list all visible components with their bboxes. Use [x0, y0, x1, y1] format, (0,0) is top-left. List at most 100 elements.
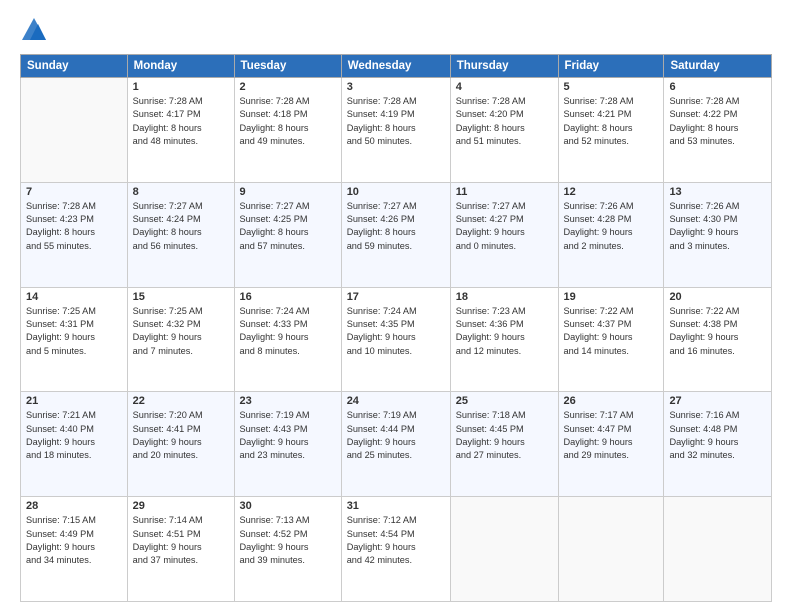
day-number: 19	[564, 291, 659, 303]
day-info: Sunrise: 7:21 AM Sunset: 4:40 PM Dayligh…	[26, 409, 122, 462]
day-cell: 17 Sunrise: 7:24 AM Sunset: 4:35 PM Dayli…	[341, 287, 450, 392]
page-header	[20, 16, 772, 44]
day-cell	[664, 497, 772, 602]
day-number: 7	[26, 186, 122, 198]
day-number: 14	[26, 291, 122, 303]
day-info: Sunrise: 7:17 AM Sunset: 4:47 PM Dayligh…	[564, 409, 659, 462]
day-number: 16	[240, 291, 336, 303]
day-cell: 24 Sunrise: 7:19 AM Sunset: 4:44 PM Dayli…	[341, 392, 450, 497]
day-number: 21	[26, 395, 122, 407]
day-number: 17	[347, 291, 445, 303]
day-cell: 21 Sunrise: 7:21 AM Sunset: 4:40 PM Dayli…	[21, 392, 128, 497]
day-number: 12	[564, 186, 659, 198]
day-info: Sunrise: 7:23 AM Sunset: 4:36 PM Dayligh…	[456, 305, 553, 358]
day-cell: 20 Sunrise: 7:22 AM Sunset: 4:38 PM Dayli…	[664, 287, 772, 392]
day-info: Sunrise: 7:26 AM Sunset: 4:30 PM Dayligh…	[669, 200, 766, 253]
day-cell: 25 Sunrise: 7:18 AM Sunset: 4:45 PM Dayli…	[450, 392, 558, 497]
day-info: Sunrise: 7:12 AM Sunset: 4:54 PM Dayligh…	[347, 514, 445, 567]
day-cell: 26 Sunrise: 7:17 AM Sunset: 4:47 PM Dayli…	[558, 392, 664, 497]
day-info: Sunrise: 7:27 AM Sunset: 4:26 PM Dayligh…	[347, 200, 445, 253]
day-info: Sunrise: 7:28 AM Sunset: 4:17 PM Dayligh…	[133, 95, 229, 148]
col-header-monday: Monday	[127, 55, 234, 78]
col-header-saturday: Saturday	[664, 55, 772, 78]
day-info: Sunrise: 7:25 AM Sunset: 4:32 PM Dayligh…	[133, 305, 229, 358]
day-number: 22	[133, 395, 229, 407]
day-number: 3	[347, 81, 445, 93]
day-info: Sunrise: 7:28 AM Sunset: 4:23 PM Dayligh…	[26, 200, 122, 253]
day-number: 11	[456, 186, 553, 198]
day-cell: 1 Sunrise: 7:28 AM Sunset: 4:17 PM Daylig…	[127, 78, 234, 183]
week-row-3: 14 Sunrise: 7:25 AM Sunset: 4:31 PM Dayli…	[21, 287, 772, 392]
day-cell: 23 Sunrise: 7:19 AM Sunset: 4:43 PM Dayli…	[234, 392, 341, 497]
day-cell: 10 Sunrise: 7:27 AM Sunset: 4:26 PM Dayli…	[341, 182, 450, 287]
day-cell: 13 Sunrise: 7:26 AM Sunset: 4:30 PM Dayli…	[664, 182, 772, 287]
day-info: Sunrise: 7:14 AM Sunset: 4:51 PM Dayligh…	[133, 514, 229, 567]
day-cell: 15 Sunrise: 7:25 AM Sunset: 4:32 PM Dayli…	[127, 287, 234, 392]
day-info: Sunrise: 7:25 AM Sunset: 4:31 PM Dayligh…	[26, 305, 122, 358]
col-header-tuesday: Tuesday	[234, 55, 341, 78]
logo-icon	[20, 16, 48, 44]
day-cell: 9 Sunrise: 7:27 AM Sunset: 4:25 PM Daylig…	[234, 182, 341, 287]
week-row-2: 7 Sunrise: 7:28 AM Sunset: 4:23 PM Daylig…	[21, 182, 772, 287]
col-header-sunday: Sunday	[21, 55, 128, 78]
day-number: 1	[133, 81, 229, 93]
day-number: 8	[133, 186, 229, 198]
day-number: 13	[669, 186, 766, 198]
day-number: 29	[133, 500, 229, 512]
day-number: 18	[456, 291, 553, 303]
day-cell: 22 Sunrise: 7:20 AM Sunset: 4:41 PM Dayli…	[127, 392, 234, 497]
day-cell: 18 Sunrise: 7:23 AM Sunset: 4:36 PM Dayli…	[450, 287, 558, 392]
logo	[20, 16, 52, 44]
calendar-header-row: SundayMondayTuesdayWednesdayThursdayFrid…	[21, 55, 772, 78]
day-info: Sunrise: 7:24 AM Sunset: 4:35 PM Dayligh…	[347, 305, 445, 358]
day-info: Sunrise: 7:24 AM Sunset: 4:33 PM Dayligh…	[240, 305, 336, 358]
day-cell	[558, 497, 664, 602]
day-info: Sunrise: 7:27 AM Sunset: 4:24 PM Dayligh…	[133, 200, 229, 253]
day-cell	[450, 497, 558, 602]
day-cell: 27 Sunrise: 7:16 AM Sunset: 4:48 PM Dayli…	[664, 392, 772, 497]
day-cell: 30 Sunrise: 7:13 AM Sunset: 4:52 PM Dayli…	[234, 497, 341, 602]
day-info: Sunrise: 7:27 AM Sunset: 4:25 PM Dayligh…	[240, 200, 336, 253]
day-number: 30	[240, 500, 336, 512]
day-number: 25	[456, 395, 553, 407]
day-cell: 19 Sunrise: 7:22 AM Sunset: 4:37 PM Dayli…	[558, 287, 664, 392]
col-header-friday: Friday	[558, 55, 664, 78]
day-number: 15	[133, 291, 229, 303]
day-info: Sunrise: 7:13 AM Sunset: 4:52 PM Dayligh…	[240, 514, 336, 567]
calendar-table: SundayMondayTuesdayWednesdayThursdayFrid…	[20, 54, 772, 602]
day-info: Sunrise: 7:28 AM Sunset: 4:22 PM Dayligh…	[669, 95, 766, 148]
day-info: Sunrise: 7:16 AM Sunset: 4:48 PM Dayligh…	[669, 409, 766, 462]
day-cell: 5 Sunrise: 7:28 AM Sunset: 4:21 PM Daylig…	[558, 78, 664, 183]
day-info: Sunrise: 7:22 AM Sunset: 4:37 PM Dayligh…	[564, 305, 659, 358]
day-info: Sunrise: 7:28 AM Sunset: 4:18 PM Dayligh…	[240, 95, 336, 148]
day-number: 28	[26, 500, 122, 512]
day-number: 31	[347, 500, 445, 512]
day-number: 24	[347, 395, 445, 407]
day-cell: 7 Sunrise: 7:28 AM Sunset: 4:23 PM Daylig…	[21, 182, 128, 287]
day-number: 20	[669, 291, 766, 303]
day-number: 26	[564, 395, 659, 407]
day-cell: 4Sunrise: 7:28 AM Sunset: 4:20 PM Daylig…	[450, 78, 558, 183]
week-row-4: 21 Sunrise: 7:21 AM Sunset: 4:40 PM Dayli…	[21, 392, 772, 497]
day-cell: 16 Sunrise: 7:24 AM Sunset: 4:33 PM Dayli…	[234, 287, 341, 392]
day-number: 6	[669, 81, 766, 93]
day-number: 5	[564, 81, 659, 93]
day-cell	[21, 78, 128, 183]
day-info: Sunrise: 7:28 AM Sunset: 4:20 PM Dayligh…	[456, 95, 553, 148]
day-number: 10	[347, 186, 445, 198]
week-row-5: 28Sunrise: 7:15 AM Sunset: 4:49 PM Dayli…	[21, 497, 772, 602]
day-info: Sunrise: 7:28 AM Sunset: 4:21 PM Dayligh…	[564, 95, 659, 148]
day-info: Sunrise: 7:18 AM Sunset: 4:45 PM Dayligh…	[456, 409, 553, 462]
day-cell: 12Sunrise: 7:26 AM Sunset: 4:28 PM Dayli…	[558, 182, 664, 287]
day-cell: 2Sunrise: 7:28 AM Sunset: 4:18 PM Daylig…	[234, 78, 341, 183]
day-info: Sunrise: 7:19 AM Sunset: 4:43 PM Dayligh…	[240, 409, 336, 462]
day-number: 23	[240, 395, 336, 407]
day-info: Sunrise: 7:28 AM Sunset: 4:19 PM Dayligh…	[347, 95, 445, 148]
day-info: Sunrise: 7:19 AM Sunset: 4:44 PM Dayligh…	[347, 409, 445, 462]
day-number: 9	[240, 186, 336, 198]
day-number: 27	[669, 395, 766, 407]
day-cell: 11Sunrise: 7:27 AM Sunset: 4:27 PM Dayli…	[450, 182, 558, 287]
col-header-thursday: Thursday	[450, 55, 558, 78]
day-info: Sunrise: 7:22 AM Sunset: 4:38 PM Dayligh…	[669, 305, 766, 358]
day-info: Sunrise: 7:20 AM Sunset: 4:41 PM Dayligh…	[133, 409, 229, 462]
